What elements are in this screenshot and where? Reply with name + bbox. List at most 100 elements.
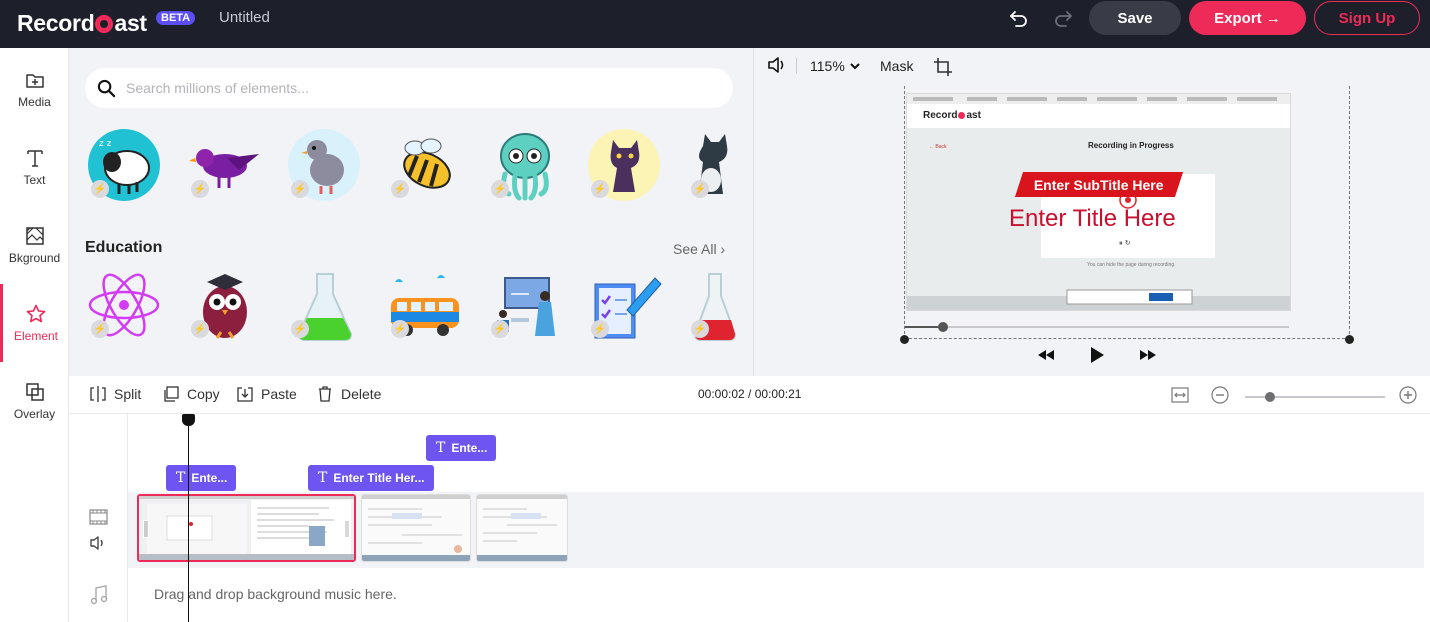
video-clip-selected[interactable] (137, 494, 356, 562)
sidebar-item-text[interactable]: Text (0, 128, 69, 206)
sign-up-button[interactable]: Sign Up (1314, 1, 1420, 35)
crop-button[interactable] (933, 57, 953, 77)
recording-logo-mark (958, 111, 966, 119)
search-bar[interactable] (85, 68, 733, 108)
element-flask[interactable]: ⚡ (287, 268, 363, 342)
music-drop-zone[interactable]: Drag and drop background music here. (128, 568, 1424, 622)
fit-timeline-icon[interactable] (1171, 387, 1189, 403)
sidebar-item-media[interactable]: Media (0, 50, 69, 128)
video-track-icon (89, 509, 108, 525)
animated-badge-icon: ⚡ (91, 320, 109, 338)
text-clip-icon: T (176, 470, 186, 486)
copy-button[interactable]: Copy (163, 386, 220, 402)
see-all-label: See All (673, 241, 717, 257)
save-button[interactable]: Save (1089, 1, 1181, 35)
element-cat[interactable]: ⚡ (587, 128, 663, 202)
preview-seekbar[interactable] (905, 322, 1289, 332)
svg-text:z z: z z (99, 139, 112, 149)
animated-badge-icon: ⚡ (691, 320, 709, 338)
text-clip[interactable]: T Ente... (426, 435, 497, 461)
subtitle-overlay[interactable]: Enter SubTitle Here (1014, 172, 1184, 197)
element-bee[interactable]: ⚡ (387, 128, 463, 202)
sidebar-item-overlay[interactable]: Overlay (0, 362, 69, 440)
title-overlay[interactable]: Enter Title Here (1009, 205, 1176, 233)
sidebar-item-label: Bkground (8, 251, 61, 265)
playhead-handle[interactable] (182, 414, 195, 426)
sidebar-item-label: Element (13, 329, 59, 343)
play-icon[interactable] (1087, 346, 1107, 364)
element-school-bus[interactable]: ⚡ (387, 268, 463, 342)
element-sleeping-sheep[interactable]: z z ⚡ (87, 128, 163, 202)
element-atom[interactable]: ⚡ (87, 268, 163, 342)
elements-panel: z z ⚡ ⚡ ⚡ ⚡ ⚡ ⚡ ⚡ Education See All › ⚡ … (69, 48, 753, 376)
search-input[interactable] (126, 80, 706, 96)
element-checklist-pencil[interactable]: ⚡ (587, 268, 663, 342)
element-pigeon[interactable]: ⚡ (287, 128, 363, 202)
video-clip-thumbnail (139, 496, 354, 560)
text-clip-label: Enter Title Her... (333, 471, 425, 485)
recordcast-logo[interactable]: Record ast (17, 9, 147, 37)
video-clip[interactable] (476, 494, 568, 562)
animated-badge-icon: ⚡ (391, 180, 409, 198)
top-bar: Record ast BETA Untitled Save Export → Si… (0, 0, 1430, 48)
paste-button[interactable]: Paste (237, 386, 297, 402)
text-clip-label: Ente... (451, 441, 488, 455)
video-clip[interactable] (361, 494, 471, 562)
timecode: 00:00:02 / 00:00:21 (698, 387, 802, 401)
fast-forward-icon[interactable] (1138, 346, 1158, 364)
background-icon (25, 227, 44, 245)
timeline: T Ente... T Ente... T Enter Title Her... (69, 414, 1430, 622)
element-owl-graduate[interactable]: ⚡ (187, 268, 263, 342)
recording-page-logo: Record ast (923, 110, 981, 121)
delete-button[interactable]: Delete (317, 386, 381, 402)
clip-trim-handle-left[interactable] (143, 520, 149, 538)
timeline-zoom-slider[interactable] (1245, 392, 1385, 402)
zoom-in-icon[interactable] (1399, 386, 1417, 404)
element-cat-silhouette[interactable]: ⚡ (687, 128, 737, 202)
undo-icon[interactable] (1009, 8, 1029, 28)
text-clip[interactable]: T Enter Title Her... (308, 465, 434, 491)
education-section-title: Education (85, 239, 163, 256)
recording-heading: Recording in Progress (1088, 141, 1174, 150)
see-all-link[interactable]: See All › (673, 241, 725, 257)
total-time: 00:00:21 (754, 387, 802, 401)
video-clip-thumbnail (477, 495, 567, 561)
zoom-slider-handle[interactable] (1265, 392, 1276, 402)
text-clip-label: Ente... (191, 471, 228, 485)
toolbar-divider (796, 58, 797, 74)
volume-button[interactable] (767, 56, 787, 74)
element-purple-bird[interactable]: ⚡ (187, 128, 263, 202)
text-clip-icon: T (436, 440, 446, 456)
sidebar-item-element[interactable]: Element (0, 284, 69, 362)
export-button[interactable]: Export → (1189, 1, 1306, 35)
zoom-out-icon[interactable] (1211, 386, 1229, 404)
animated-badge-icon: ⚡ (591, 180, 609, 198)
clip-trim-handle-right[interactable] (344, 520, 350, 538)
rewind-icon[interactable] (1036, 346, 1056, 364)
video-volume-icon[interactable] (89, 535, 107, 551)
element-octopus[interactable]: ⚡ (487, 128, 563, 202)
zoom-select[interactable]: 115% (810, 58, 862, 74)
mask-button[interactable]: Mask (880, 58, 913, 74)
element-test-tube[interactable]: ⚡ (687, 268, 737, 342)
search-icon (97, 79, 116, 97)
resize-handle-bottom-left[interactable] (900, 335, 909, 344)
sidebar-item-background[interactable]: Bkground (0, 206, 69, 284)
split-icon (90, 386, 106, 402)
trash-icon (319, 386, 331, 402)
current-time: 00:00:02 (698, 387, 745, 401)
video-canvas[interactable]: ⏸ ↻ Record ast ← Back Recording in Progre… (906, 93, 1291, 311)
split-button[interactable]: Split (90, 386, 141, 402)
paste-icon (237, 387, 253, 402)
resize-handle-bottom-right[interactable] (1345, 335, 1354, 344)
animated-badge-icon: ⚡ (191, 180, 209, 198)
redo-icon[interactable] (1053, 8, 1073, 28)
zoom-value: 115% (810, 58, 845, 74)
sidebar-item-label: Text (23, 173, 46, 187)
playhead[interactable] (188, 420, 189, 622)
document-title[interactable]: Untitled (219, 9, 270, 26)
animated-badge-icon: ⚡ (591, 320, 609, 338)
copy-label: Copy (187, 386, 220, 402)
text-clip[interactable]: T Ente... (166, 465, 237, 491)
element-teacher[interactable]: ⚡ (487, 268, 563, 342)
